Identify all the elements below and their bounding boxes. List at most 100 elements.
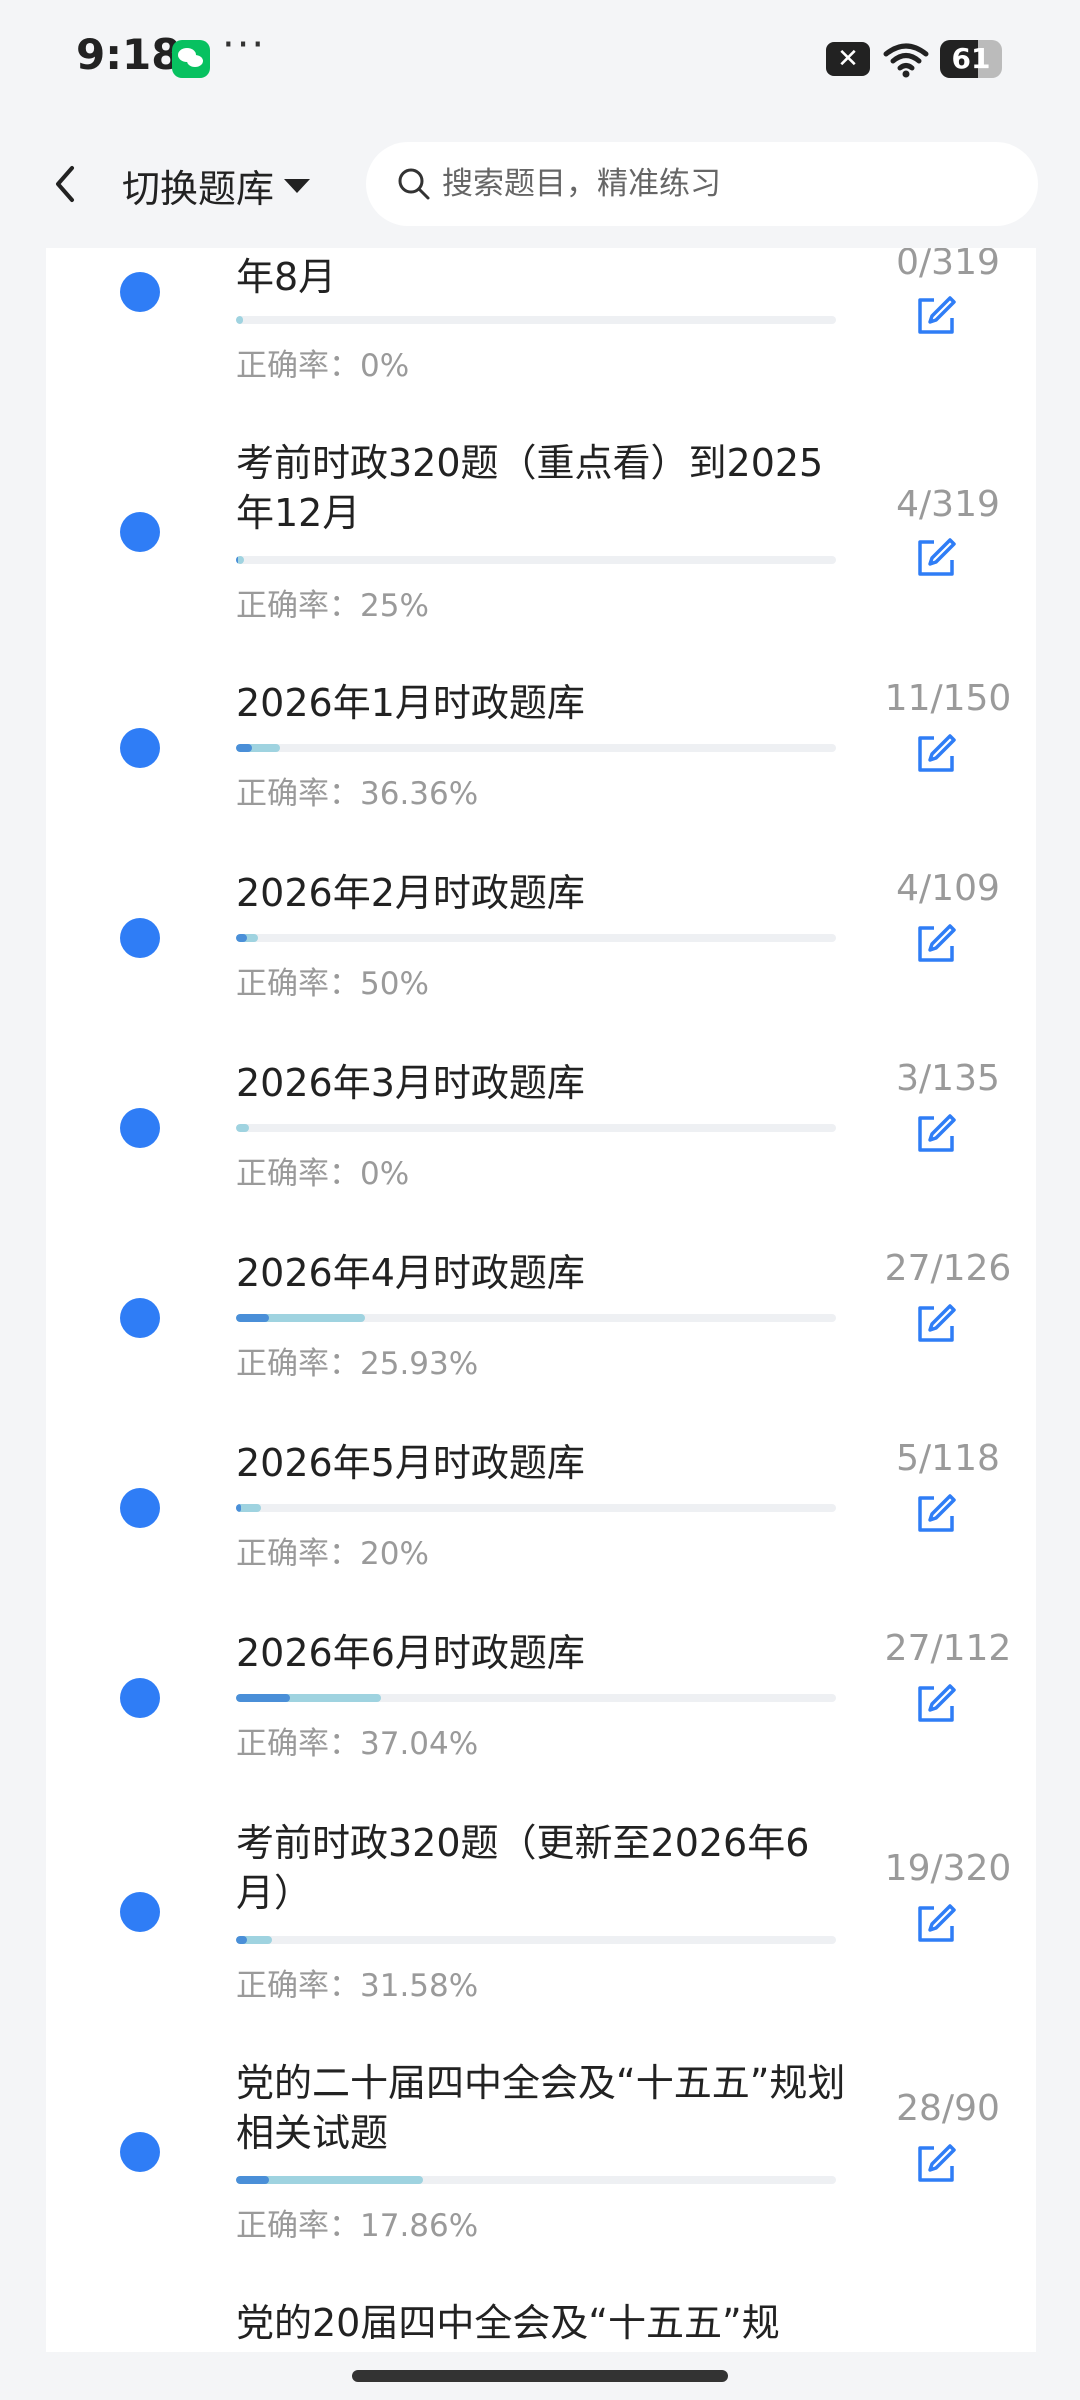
status-dot [120, 512, 160, 552]
progress-correct [236, 1314, 270, 1322]
list-item[interactable]: 党的二十届四中全会及“十五五”规划相关试题 正确率：17.86% 28/90 [46, 2058, 1036, 2248]
progress-correct [236, 1936, 248, 1944]
edit-icon[interactable] [914, 1902, 958, 1946]
item-accuracy: 正确率：17.86% [236, 2208, 479, 2244]
progress-bar [236, 744, 836, 752]
item-title: 考前时政320题（重点看）到2025年12月 [236, 441, 824, 535]
list-item[interactable]: 考前时政320题（重点看）到2025年12月 正确率：25% 4/319 [46, 438, 1036, 628]
status-dot [120, 1108, 160, 1148]
item-count: 27/112 [884, 1628, 1012, 1669]
progress-correct [236, 2176, 270, 2184]
item-accuracy: 正确率：36.36% [236, 776, 479, 812]
list-item[interactable]: 2026年3月时政题库 正确率：0% 3/135 [46, 1058, 1036, 1208]
progress-correct [236, 934, 247, 942]
list-item[interactable]: 2026年5月时政题库 正确率：20% 5/118 [46, 1438, 1036, 1588]
status-time: 9:18 [76, 30, 181, 79]
item-accuracy: 正确率：25% [236, 588, 429, 624]
more-dots-icon: ··· [222, 22, 267, 68]
list-item[interactable]: 2026年6月时政题库 正确率：37.04% 27/112 [46, 1628, 1036, 1778]
progress-correct [236, 556, 238, 564]
item-accuracy: 正确率：20% [236, 1536, 429, 1572]
edit-icon[interactable] [914, 922, 958, 966]
item-title: 2026年3月时政题库 [236, 1061, 585, 1105]
item-count: 4/109 [896, 868, 1000, 909]
battery-level: 61 [951, 42, 991, 75]
edit-icon[interactable] [914, 1682, 958, 1726]
list-item[interactable]: 2026年4月时政题库 正确率：25.93% 27/126 [46, 1248, 1036, 1398]
progress-done [236, 1124, 250, 1132]
item-accuracy: 正确率：0% [236, 348, 410, 384]
progress-correct [236, 1694, 290, 1702]
search-input[interactable] [442, 166, 1002, 202]
item-accuracy: 正确率：25.93% [236, 1346, 479, 1382]
edit-icon[interactable] [914, 732, 958, 776]
status-dot [120, 1488, 160, 1528]
item-title: 党的20届四中全会及“十五五”规 [236, 2301, 780, 2345]
progress-bar [236, 934, 836, 942]
back-chevron-icon[interactable] [46, 160, 86, 208]
item-title: 2026年6月时政题库 [236, 1631, 585, 1675]
edit-icon[interactable] [914, 1112, 958, 1156]
item-count: 3/135 [896, 1058, 1000, 1099]
search-box[interactable] [366, 142, 1038, 226]
search-icon [398, 168, 430, 200]
edit-icon[interactable] [914, 1302, 958, 1346]
status-dot [120, 728, 160, 768]
item-title: 2026年5月时政题库 [236, 1441, 585, 1485]
item-title: 2026年4月时政题库 [236, 1251, 585, 1295]
item-count: 19/320 [884, 1848, 1012, 1889]
progress-correct [236, 1504, 242, 1512]
progress-bar [236, 1314, 836, 1322]
item-title: 2026年1月时政题库 [236, 681, 585, 725]
progress-bar [236, 1694, 836, 1702]
item-accuracy: 正确率：0% [236, 1156, 410, 1192]
edit-icon[interactable] [914, 1492, 958, 1536]
list-item[interactable]: 党的20届四中全会及“十五五”规 [46, 2298, 1036, 2352]
list-item[interactable]: 2026年1月时政题库 正确率：36.36% 11/150 [46, 678, 1036, 828]
switch-bank-label: 切换题库 [122, 167, 275, 211]
item-count: 0/319 [896, 248, 1000, 283]
item-accuracy: 正确率：37.04% [236, 1726, 479, 1762]
header: 切换题库 [0, 118, 1080, 248]
wifi-icon [883, 43, 929, 78]
wechat-icon [172, 40, 210, 78]
item-count: 11/150 [884, 678, 1012, 719]
status-dot [120, 1892, 160, 1932]
item-count: 28/90 [896, 2088, 1000, 2129]
item-title: 党的二十届四中全会及“十五五”规划相关试题 [236, 2061, 846, 2155]
progress-bar [236, 1936, 836, 1944]
status-dot [120, 918, 160, 958]
item-title: 2026年2月时政题库 [236, 871, 585, 915]
switch-bank-dropdown[interactable]: 切换题库 [122, 158, 311, 213]
item-count: 5/118 [896, 1438, 1000, 1479]
edit-icon[interactable] [914, 294, 958, 338]
item-accuracy: 正确率：31.58% [236, 1968, 479, 2004]
item-title: 年8月 [236, 255, 337, 299]
item-count: 4/319 [896, 484, 1000, 525]
list-item[interactable]: 考前时政320题（更新至2026年6月） 正确率：31.58% 19/320 [46, 1818, 1036, 2008]
home-indicator[interactable] [352, 2370, 728, 2382]
progress-done [236, 316, 244, 324]
list-item[interactable]: 2026年2月时政题库 正确率：50% 4/109 [46, 868, 1036, 1018]
progress-bar [236, 556, 836, 564]
progress-bar [236, 1504, 836, 1512]
caret-down-icon [284, 178, 311, 193]
progress-correct [236, 744, 252, 752]
progress-bar [236, 316, 836, 324]
progress-bar [236, 1124, 836, 1132]
battery-icon: 61 [940, 40, 1002, 78]
item-accuracy: 正确率：50% [236, 966, 429, 1002]
item-count: 27/126 [884, 1248, 1012, 1289]
status-dot [120, 2132, 160, 2172]
item-title: 考前时政320题（更新至2026年6月） [236, 1821, 810, 1915]
status-dot [120, 1678, 160, 1718]
question-bank-list: 年8月 正确率：0% 0/319 考前时政320题（重点看）到2025年12月 … [46, 248, 1036, 2352]
list-item[interactable]: 年8月 正确率：0% 0/319 [46, 248, 1036, 408]
status-dot [120, 1298, 160, 1338]
close-badge-icon: ✕ [826, 42, 870, 76]
edit-icon[interactable] [914, 536, 958, 580]
status-bar: 9:18 ··· ✕ 61 [0, 0, 1080, 118]
progress-bar [236, 2176, 836, 2184]
edit-icon[interactable] [914, 2142, 958, 2186]
status-dot [120, 272, 160, 312]
